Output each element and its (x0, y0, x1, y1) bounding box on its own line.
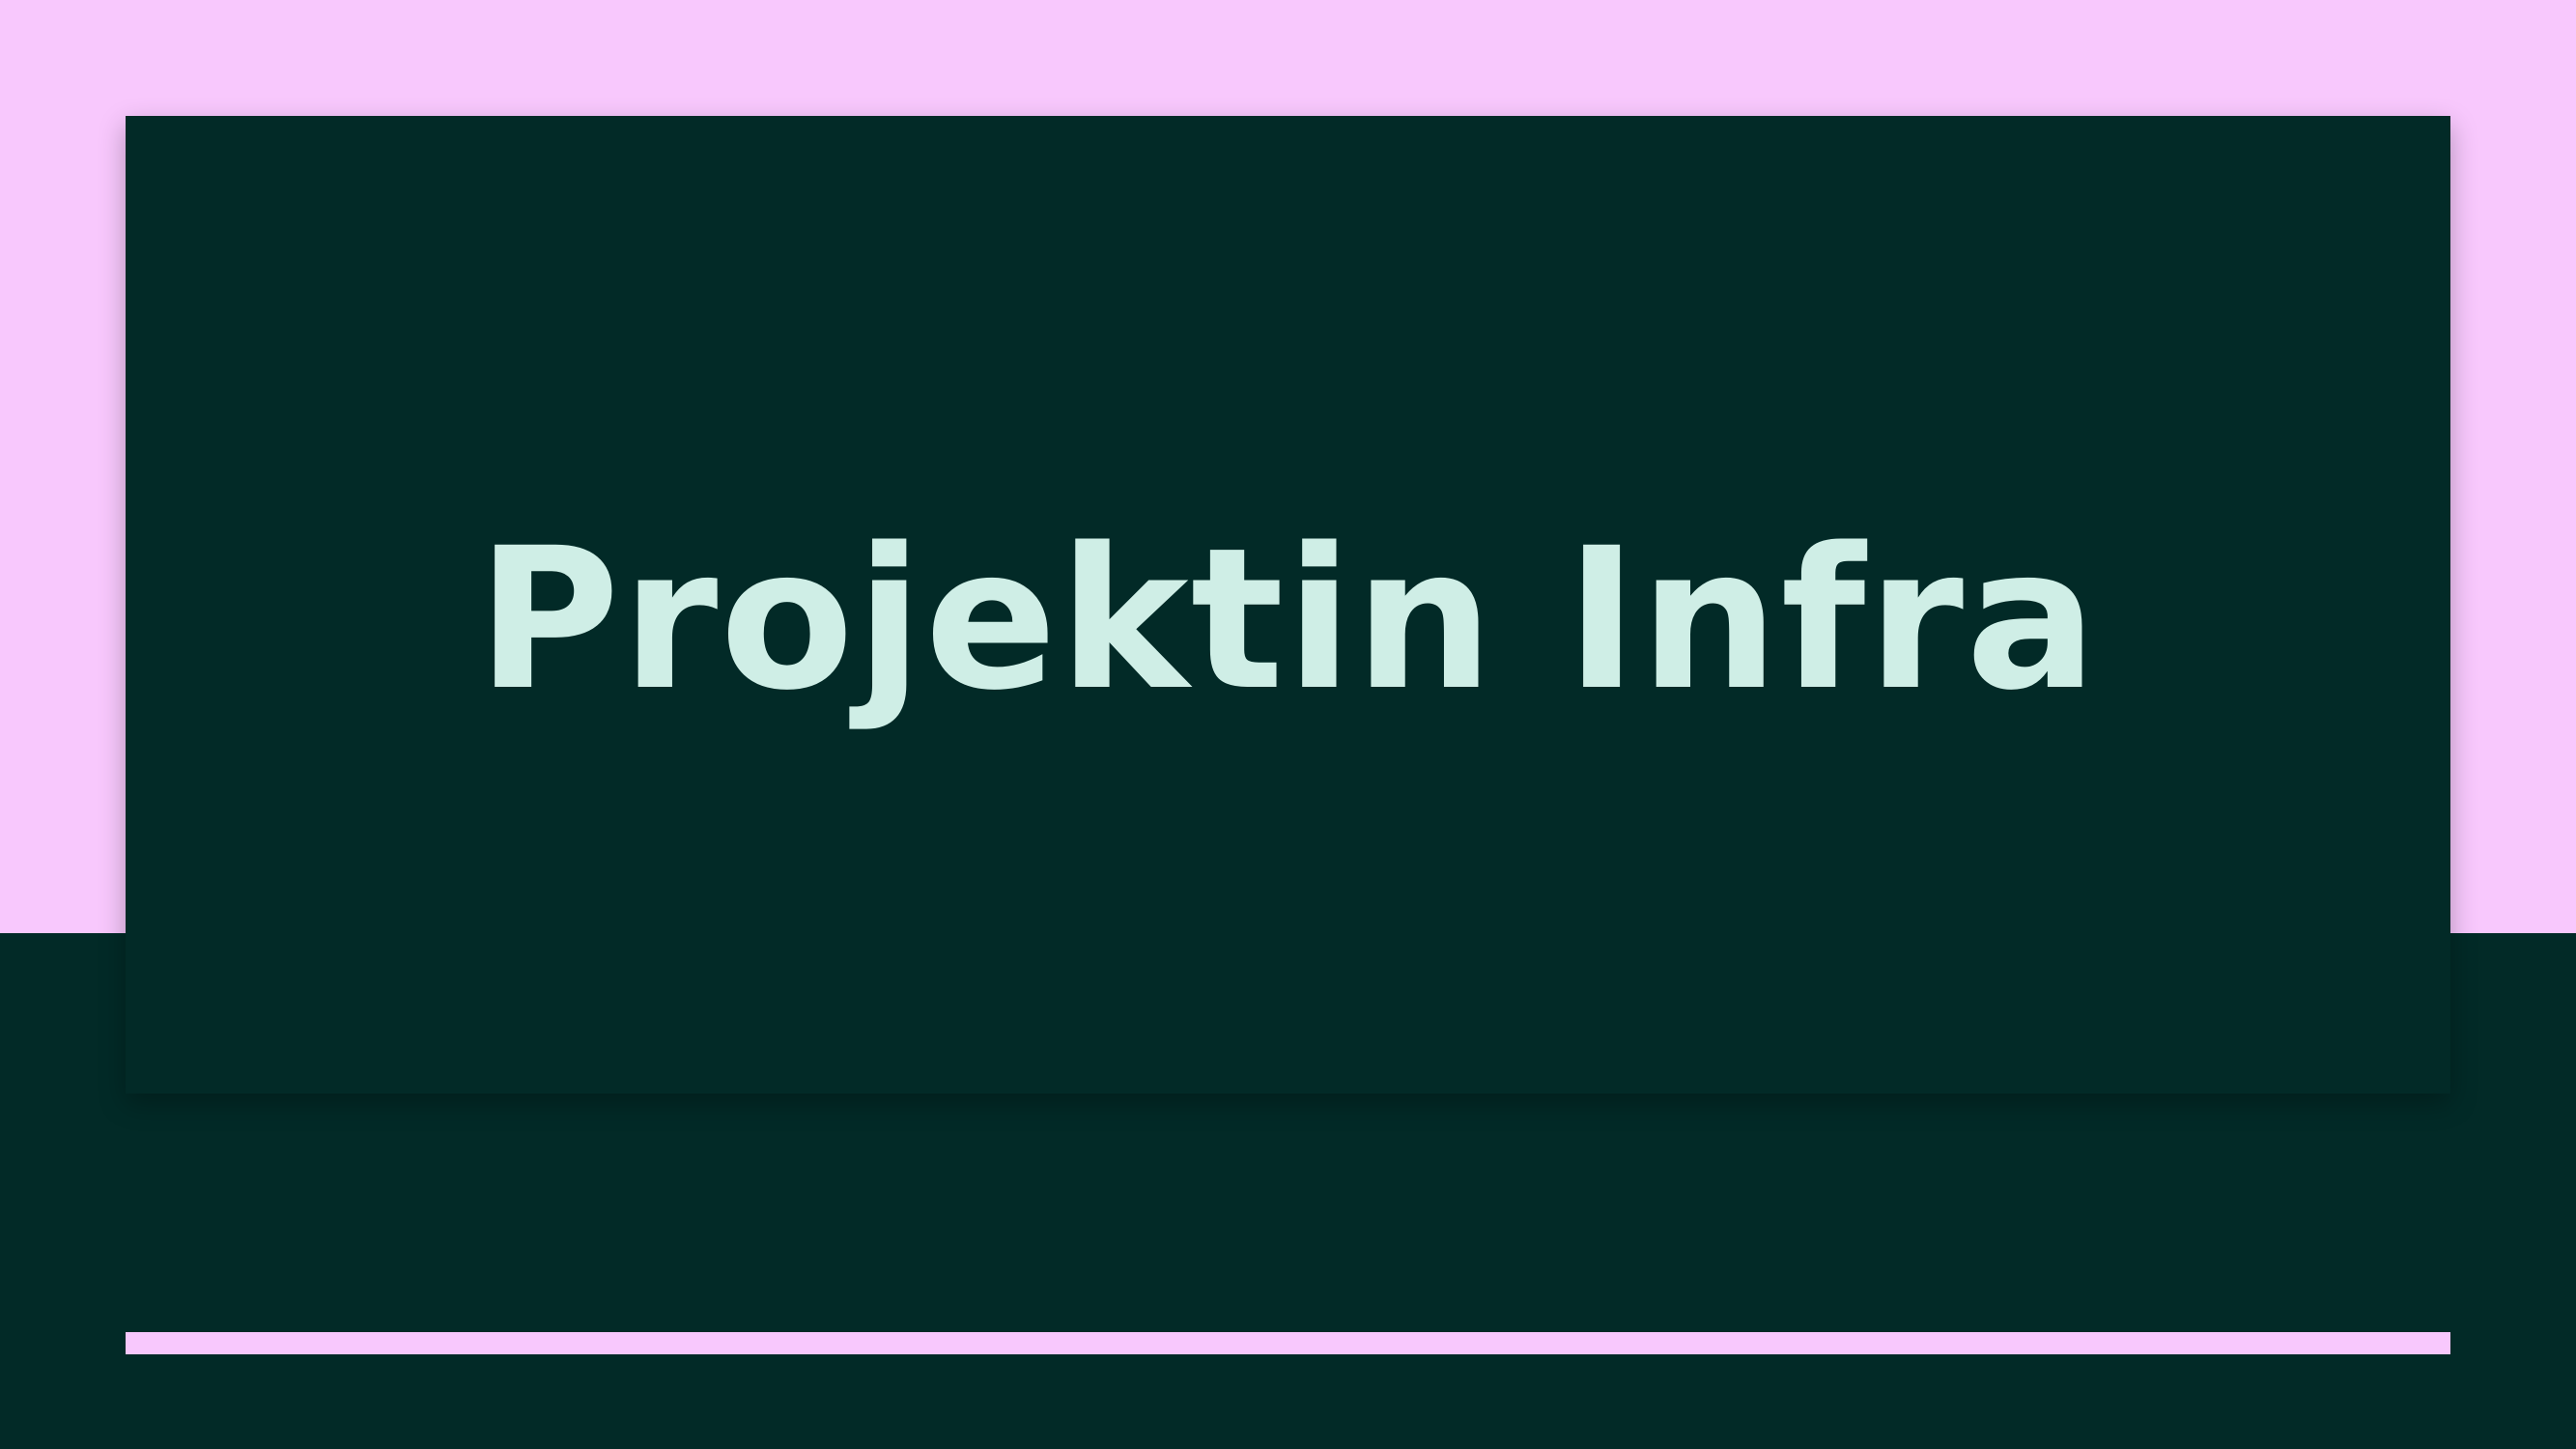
title-card: Projektin Infra (126, 116, 2450, 1094)
bottom-accent-bar (126, 1332, 2450, 1354)
slide-title: Projektin Infra (476, 505, 2100, 733)
